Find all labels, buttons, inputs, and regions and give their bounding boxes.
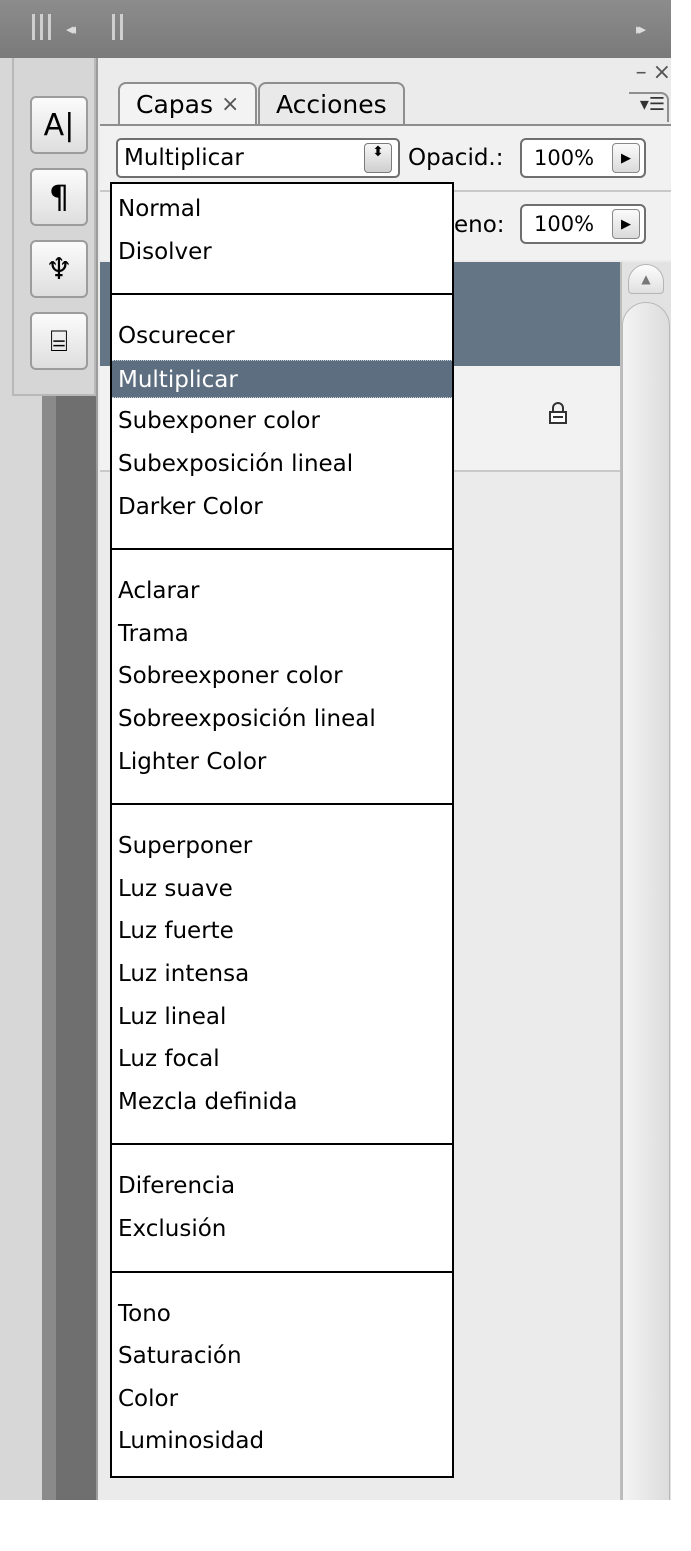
blend-option[interactable]: Normal bbox=[112, 190, 452, 228]
blend-mode-dropdown: Normal Disolver Oscurecer Multiplicar Subexp… bbox=[110, 182, 454, 1478]
grip-handle[interactable] bbox=[32, 14, 35, 40]
grip-handle[interactable] bbox=[40, 14, 43, 40]
blend-option[interactable]: Luz focal bbox=[112, 1040, 452, 1078]
fill-value: 100% bbox=[534, 212, 595, 236]
tab-label: Capas bbox=[136, 89, 213, 119]
panel-menu-icon[interactable]: ▾☰ bbox=[629, 92, 669, 122]
opacity-value: 100% bbox=[534, 146, 595, 170]
blend-option[interactable]: Diferencia bbox=[112, 1167, 452, 1205]
fill-slider-arrow-icon[interactable]: ▶ bbox=[612, 209, 640, 239]
grip-handle[interactable] bbox=[48, 14, 51, 40]
blend-option[interactable]: Mezcla definida bbox=[112, 1083, 452, 1121]
blend-option[interactable]: Luz fuerte bbox=[112, 912, 452, 950]
fill-label: eno: bbox=[454, 212, 505, 238]
brushes-panel-button[interactable]: ♆ bbox=[30, 240, 88, 298]
blend-option[interactable]: Tono bbox=[112, 1295, 452, 1333]
layers-scrollbar[interactable]: ▲ bbox=[620, 262, 671, 1502]
blend-option[interactable]: Luz suave bbox=[112, 870, 452, 908]
dropdown-separator bbox=[112, 1143, 452, 1146]
blend-option[interactable]: Oscurecer bbox=[112, 317, 452, 355]
grip-handle[interactable] bbox=[120, 14, 123, 40]
blend-option[interactable]: Color bbox=[112, 1380, 452, 1418]
dropdown-separator bbox=[112, 1270, 452, 1273]
grip-handle[interactable] bbox=[112, 14, 115, 40]
opacity-field[interactable]: 100% ▶ bbox=[520, 138, 646, 178]
blend-option[interactable]: Luminosidad bbox=[112, 1422, 452, 1460]
tab-acciones[interactable]: Acciones bbox=[258, 82, 405, 124]
blend-option[interactable]: Multiplicar bbox=[112, 359, 452, 398]
docked-icons-column: A| ¶ ♆ ⌸ bbox=[12, 58, 96, 396]
window-controls: –× bbox=[636, 60, 677, 85]
tab-close-icon[interactable]: × bbox=[221, 92, 239, 117]
lock-icon bbox=[549, 402, 567, 424]
tab-label: Acciones bbox=[276, 89, 387, 119]
blend-option[interactable]: Trama bbox=[112, 615, 452, 653]
clone-source-panel-button[interactable]: ⌸ bbox=[30, 312, 88, 370]
dropdown-separator bbox=[112, 293, 452, 296]
blend-option[interactable]: Saturación bbox=[112, 1337, 452, 1375]
blend-option[interactable]: Disolver bbox=[112, 233, 452, 271]
collapse-panels-icon[interactable]: ◂◂ bbox=[66, 20, 76, 38]
paragraph-panel-button[interactable]: ¶ bbox=[30, 168, 88, 226]
blend-option[interactable]: Luz intensa bbox=[112, 955, 452, 993]
blend-option[interactable]: Subexposición lineal bbox=[112, 445, 452, 483]
blend-option[interactable]: Darker Color bbox=[112, 488, 452, 526]
blend-option[interactable]: Sobreexponer color bbox=[112, 657, 452, 695]
character-panel-icon: A| bbox=[43, 107, 75, 143]
blend-option[interactable]: Sobreexposición lineal bbox=[112, 700, 452, 738]
tab-capas[interactable]: Capas × bbox=[118, 82, 258, 124]
fill-field[interactable]: 100% ▶ bbox=[520, 204, 646, 244]
dropdown-separator bbox=[112, 803, 452, 806]
expand-panels-icon[interactable]: ▸▸ bbox=[636, 20, 646, 38]
blend-mode-select[interactable]: Multiplicar ⬍ bbox=[116, 138, 400, 178]
blend-option[interactable]: Exclusión bbox=[112, 1210, 452, 1248]
page-bottom bbox=[0, 1500, 691, 1551]
scroll-up-icon[interactable]: ▲ bbox=[628, 264, 664, 294]
blend-option[interactable]: Lighter Color bbox=[112, 743, 452, 781]
minimize-icon[interactable]: – bbox=[636, 60, 653, 85]
blend-option[interactable]: Luz lineal bbox=[112, 998, 452, 1036]
blend-option[interactable]: Aclarar bbox=[112, 572, 452, 610]
character-panel-button[interactable]: A| bbox=[30, 96, 88, 154]
dropdown-separator bbox=[112, 548, 452, 551]
opacity-label: Opacid.: bbox=[408, 145, 504, 171]
scroll-thumb[interactable] bbox=[622, 302, 670, 1502]
panel-titlebar: ◂◂ ▸▸ bbox=[0, 0, 671, 58]
close-icon[interactable]: × bbox=[653, 60, 677, 85]
paragraph-panel-icon: ¶ bbox=[48, 178, 70, 216]
clone-source-panel-icon: ⌸ bbox=[50, 323, 68, 359]
brushes-panel-icon: ♆ bbox=[45, 251, 73, 287]
opacity-slider-arrow-icon[interactable]: ▶ bbox=[612, 143, 640, 173]
blend-option[interactable]: Subexponer color bbox=[112, 402, 452, 440]
blend-option[interactable]: Superponer bbox=[112, 827, 452, 865]
blend-mode-value: Multiplicar bbox=[124, 145, 244, 171]
select-stepper-icon: ⬍ bbox=[364, 143, 392, 173]
